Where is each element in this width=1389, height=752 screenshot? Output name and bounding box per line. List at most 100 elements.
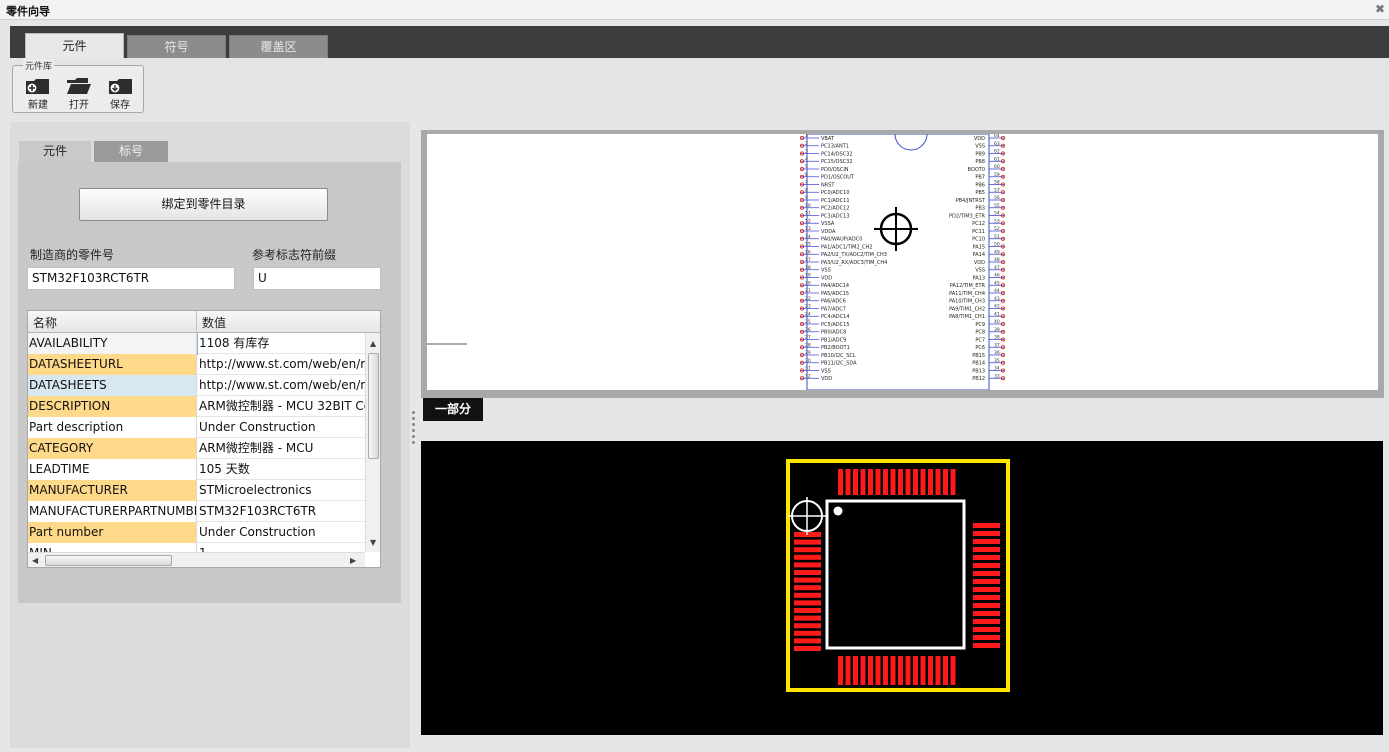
pad xyxy=(973,555,1000,560)
svg-text:PA15: PA15 xyxy=(973,244,985,250)
svg-text:23: 23 xyxy=(805,304,811,310)
pad xyxy=(860,469,866,495)
table-row[interactable]: Part number Under Construction xyxy=(28,522,365,543)
table-row[interactable]: DESCRIPTION ARM微控制器 - MCU 32BIT Cor xyxy=(28,396,365,417)
subtab-component[interactable]: 元件 xyxy=(19,141,91,162)
svg-text:VSS: VSS xyxy=(821,268,831,274)
pad xyxy=(973,539,1000,544)
save-button[interactable]: 保存 xyxy=(100,77,140,113)
pad xyxy=(875,656,881,685)
table-row[interactable]: AVAILABILITY 1108 有库存 xyxy=(28,333,365,355)
schematic-pin: 2 PC13/ANT1 xyxy=(799,141,849,150)
property-name-cell[interactable]: Part description xyxy=(28,417,197,438)
property-value-cell[interactable]: 1108 有库存 xyxy=(198,333,365,354)
svg-text:PA5/ADC15: PA5/ADC15 xyxy=(821,291,849,297)
svg-text:17: 17 xyxy=(805,257,811,263)
svg-text:VSS: VSS xyxy=(975,268,985,274)
table-row[interactable]: LEADTIME 105 天数 xyxy=(28,459,365,480)
property-value-cell[interactable]: 105 天数 xyxy=(198,459,365,480)
svg-text:PC12: PC12 xyxy=(972,221,985,227)
svg-text:PB10/I2C_SCL: PB10/I2C_SCL xyxy=(821,353,856,359)
table-row[interactable]: Part description Under Construction xyxy=(28,417,365,438)
manufacturer-part-input[interactable]: STM32F103RCT6TR xyxy=(27,267,235,290)
pad xyxy=(973,563,1000,568)
tab-component[interactable]: 元件 xyxy=(25,33,124,58)
schematic-pin: 53 PC12 xyxy=(972,218,1006,227)
property-value-cell[interactable]: Under Construction xyxy=(198,417,365,438)
open-folder-icon xyxy=(67,78,91,94)
property-name-cell[interactable]: Part number xyxy=(28,522,197,543)
pad xyxy=(905,469,911,495)
property-value-cell[interactable]: ARM微控制器 - MCU 32BIT Cor xyxy=(198,396,365,417)
part-button[interactable]: 一部分 xyxy=(423,398,483,421)
pad xyxy=(913,469,918,495)
property-name-cell[interactable]: DESCRIPTION xyxy=(28,396,197,417)
property-name-cell[interactable]: MANUFACTURER xyxy=(28,480,197,501)
header-name[interactable]: 名称 xyxy=(33,314,57,331)
scroll-up-icon[interactable]: ▲ xyxy=(370,339,376,348)
splitter-grip[interactable] xyxy=(409,408,417,456)
schematic-pin: 51 PC10 xyxy=(972,234,1006,243)
new-button[interactable]: 新建 xyxy=(18,77,58,113)
horizontal-scroll-thumb[interactable] xyxy=(45,555,172,566)
title-bar: 零件向导 ✖ xyxy=(0,0,1389,20)
pad xyxy=(898,656,903,685)
vertical-scroll-thumb[interactable] xyxy=(368,353,379,459)
scroll-left-icon[interactable]: ◀ xyxy=(32,556,38,565)
property-name-cell[interactable]: DATASHEETURL xyxy=(28,354,197,375)
open-button[interactable]: 打开 xyxy=(59,77,99,113)
property-name-cell[interactable]: MIN xyxy=(28,543,197,552)
svg-text:VSSA: VSSA xyxy=(821,221,835,227)
close-icon[interactable]: ✖ xyxy=(1375,2,1385,16)
property-name-cell[interactable]: MANUFACTURERPARTNUMBER xyxy=(28,501,197,522)
header-value[interactable]: 数值 xyxy=(202,314,226,331)
property-value-cell[interactable]: http://www.st.com/web/en/re xyxy=(198,375,365,396)
property-name-cell[interactable]: DATASHEETS xyxy=(28,375,197,396)
component-library-group: 元件库 新建 打开 保存 xyxy=(12,59,144,113)
schematic-pin: 3 PC14/OSC32 xyxy=(799,149,853,157)
table-row[interactable]: MIN1 xyxy=(28,543,365,552)
pad xyxy=(845,656,851,685)
schematic-pin: 1 VBAT xyxy=(799,134,835,142)
subtab-designator[interactable]: 标号 xyxy=(94,141,168,162)
svg-text:40: 40 xyxy=(994,319,1000,325)
pad xyxy=(935,469,941,495)
table-row[interactable]: DATASHEETURL http://www.st.com/web/en/re xyxy=(28,354,365,375)
svg-text:PC7: PC7 xyxy=(975,337,985,343)
svg-text:PB12: PB12 xyxy=(972,376,985,382)
property-value-cell[interactable]: STMicroelectronics xyxy=(198,480,365,501)
svg-text:PC14/OSC32: PC14/OSC32 xyxy=(821,151,853,157)
ref-prefix-input[interactable]: U xyxy=(253,267,381,290)
svg-text:57: 57 xyxy=(994,187,1000,193)
pad xyxy=(838,656,843,685)
schematic-pin: 11 PC3/ADC13 xyxy=(799,211,850,219)
property-value-cell[interactable]: ARM微控制器 - MCU xyxy=(198,438,365,459)
table-row[interactable]: DATASHEETS http://www.st.com/web/en/re xyxy=(28,375,365,396)
tab-symbol[interactable]: 符号 xyxy=(127,35,226,58)
property-name-cell[interactable]: LEADTIME xyxy=(28,459,197,480)
svg-text:44: 44 xyxy=(994,288,1000,294)
property-name-cell[interactable]: CATEGORY xyxy=(28,438,197,459)
scroll-down-icon[interactable]: ▼ xyxy=(370,538,376,547)
horizontal-scrollbar[interactable]: ◀ ▶ xyxy=(28,552,365,567)
property-value-cell[interactable]: http://www.st.com/web/en/re xyxy=(198,354,365,375)
property-name-cell[interactable]: AVAILABILITY xyxy=(28,333,198,355)
tab-footprint[interactable]: 覆盖区 xyxy=(229,35,328,58)
table-row[interactable]: MANUFACTURERPARTNUMBER STM32F103RCT6TR xyxy=(28,501,365,522)
scroll-right-icon[interactable]: ▶ xyxy=(350,556,356,565)
svg-text:33: 33 xyxy=(994,373,1000,379)
svg-text:PA10/TIM_CH3: PA10/TIM_CH3 xyxy=(949,299,985,305)
svg-text:8: 8 xyxy=(805,187,808,193)
ref-prefix-label: 参考标志符前缀 xyxy=(252,248,337,262)
pad xyxy=(973,523,1000,528)
property-value-cell[interactable]: Under Construction xyxy=(198,522,365,543)
svg-text:25: 25 xyxy=(805,319,811,325)
table-row[interactable]: CATEGORY ARM微控制器 - MCU xyxy=(28,438,365,459)
bind-to-catalog-button[interactable]: 绑定到零件目录 xyxy=(79,188,328,221)
property-value-cell[interactable]: STM32F103RCT6TR xyxy=(198,501,365,522)
vertical-scrollbar[interactable]: ▲ ▼ xyxy=(365,333,380,552)
property-value-cell[interactable]: 1 xyxy=(198,543,365,552)
schematic-pin: 31 VSS xyxy=(799,366,831,374)
pad xyxy=(794,562,821,568)
table-row[interactable]: MANUFACTURER STMicroelectronics xyxy=(28,480,365,501)
